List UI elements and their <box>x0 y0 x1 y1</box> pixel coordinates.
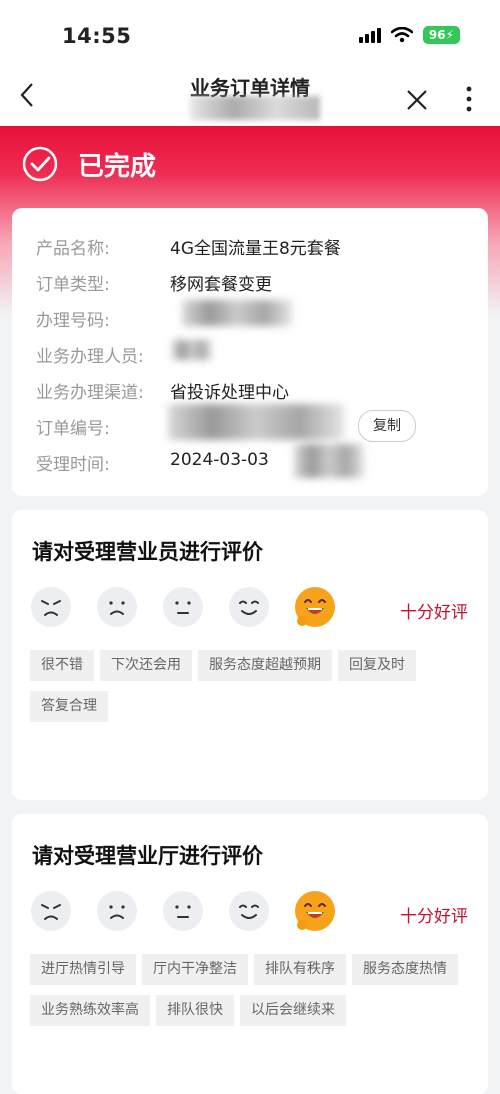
info-value: 2024-03-03 <box>170 450 269 470</box>
info-value: 4G全国流量王8元套餐 <box>170 239 341 259</box>
laughing-face-icon[interactable] <box>294 890 336 932</box>
rating-tag[interactable]: 服务态度超越预期 <box>198 650 332 681</box>
rating-result: 十分好评 <box>400 603 468 623</box>
rating-result: 十分好评 <box>400 907 468 927</box>
status-time: 14:55 <box>62 24 132 48</box>
info-label: 产品名称: <box>36 239 110 259</box>
sad-face-icon[interactable] <box>96 890 138 932</box>
rating-tag[interactable]: 业务熟练效率高 <box>30 995 150 1026</box>
rating-tag[interactable]: 服务态度热情 <box>352 954 458 985</box>
smile-face-icon[interactable] <box>228 890 270 932</box>
signal-icon <box>358 27 381 43</box>
rating-faces <box>30 586 336 628</box>
rating-tag[interactable]: 答复合理 <box>30 691 108 722</box>
neutral-face-icon[interactable] <box>162 890 204 932</box>
angry-face-icon[interactable] <box>30 586 72 628</box>
wifi-icon <box>390 27 413 43</box>
redacted-order-number <box>168 404 344 440</box>
status-text: 已完成 <box>78 152 157 182</box>
info-label: 业务办理人员: <box>36 347 144 367</box>
rating-title: 请对受理营业厅进行评价 <box>32 844 263 868</box>
redacted-staff <box>172 340 212 360</box>
hall-rating-card: 请对受理营业厅进行评价 十分好评 进厅热情引导 厅内干净整洁 排队有秩序 服务态… <box>12 814 488 1094</box>
rating-faces <box>30 890 336 932</box>
more-icon[interactable] <box>462 84 476 114</box>
rating-tag[interactable]: 回复及时 <box>338 650 416 681</box>
info-value: 移网套餐变更 <box>170 275 272 295</box>
info-label: 业务办理渠道: <box>36 383 144 403</box>
nav-bar: 业务订单详情 <box>0 70 500 126</box>
redacted-time <box>294 444 364 478</box>
info-label: 办理号码: <box>36 311 110 331</box>
neutral-face-icon[interactable] <box>162 586 204 628</box>
smile-face-icon[interactable] <box>228 586 270 628</box>
redacted-subtitle <box>190 96 320 120</box>
rating-tags: 很不错 下次还会用 服务态度超越预期 回复及时 答复合理 <box>30 650 470 722</box>
rating-tag[interactable]: 以后会继续来 <box>240 995 346 1026</box>
status-icons: 96⚡ <box>358 26 460 44</box>
staff-rating-card: 请对受理营业员进行评价 十分好评 很不错 下次还会用 服务态度超越预期 回复及时… <box>12 510 488 800</box>
redacted-phone <box>182 300 292 326</box>
order-info-card: 产品名称: 4G全国流量王8元套餐 订单类型: 移网套餐变更 办理号码: 业务办… <box>12 208 488 496</box>
check-circle-icon <box>22 146 58 182</box>
rating-tag[interactable]: 很不错 <box>30 650 94 681</box>
angry-face-icon[interactable] <box>30 890 72 932</box>
info-label: 受理时间: <box>36 455 110 475</box>
copy-button[interactable]: 复制 <box>358 410 416 442</box>
laughing-face-icon[interactable] <box>294 586 336 628</box>
info-label: 订单编号: <box>36 419 110 439</box>
rating-tag[interactable]: 排队有秩序 <box>254 954 346 985</box>
rating-title: 请对受理营业员进行评价 <box>32 540 263 564</box>
rating-tags: 进厅热情引导 厅内干净整洁 排队有秩序 服务态度热情 业务熟练效率高 排队很快 … <box>30 954 470 1026</box>
rating-tag[interactable]: 下次还会用 <box>100 650 192 681</box>
info-value: 省投诉处理中心 <box>170 383 289 403</box>
sad-face-icon[interactable] <box>96 586 138 628</box>
rating-tag[interactable]: 进厅热情引导 <box>30 954 136 985</box>
close-icon[interactable] <box>405 88 429 112</box>
rating-tag[interactable]: 排队很快 <box>156 995 234 1026</box>
rating-tag[interactable]: 厅内干净整洁 <box>142 954 248 985</box>
status-bar: 14:55 96⚡ <box>0 0 500 70</box>
info-label: 订单类型: <box>36 275 110 295</box>
battery-icon: 96⚡ <box>422 26 460 44</box>
